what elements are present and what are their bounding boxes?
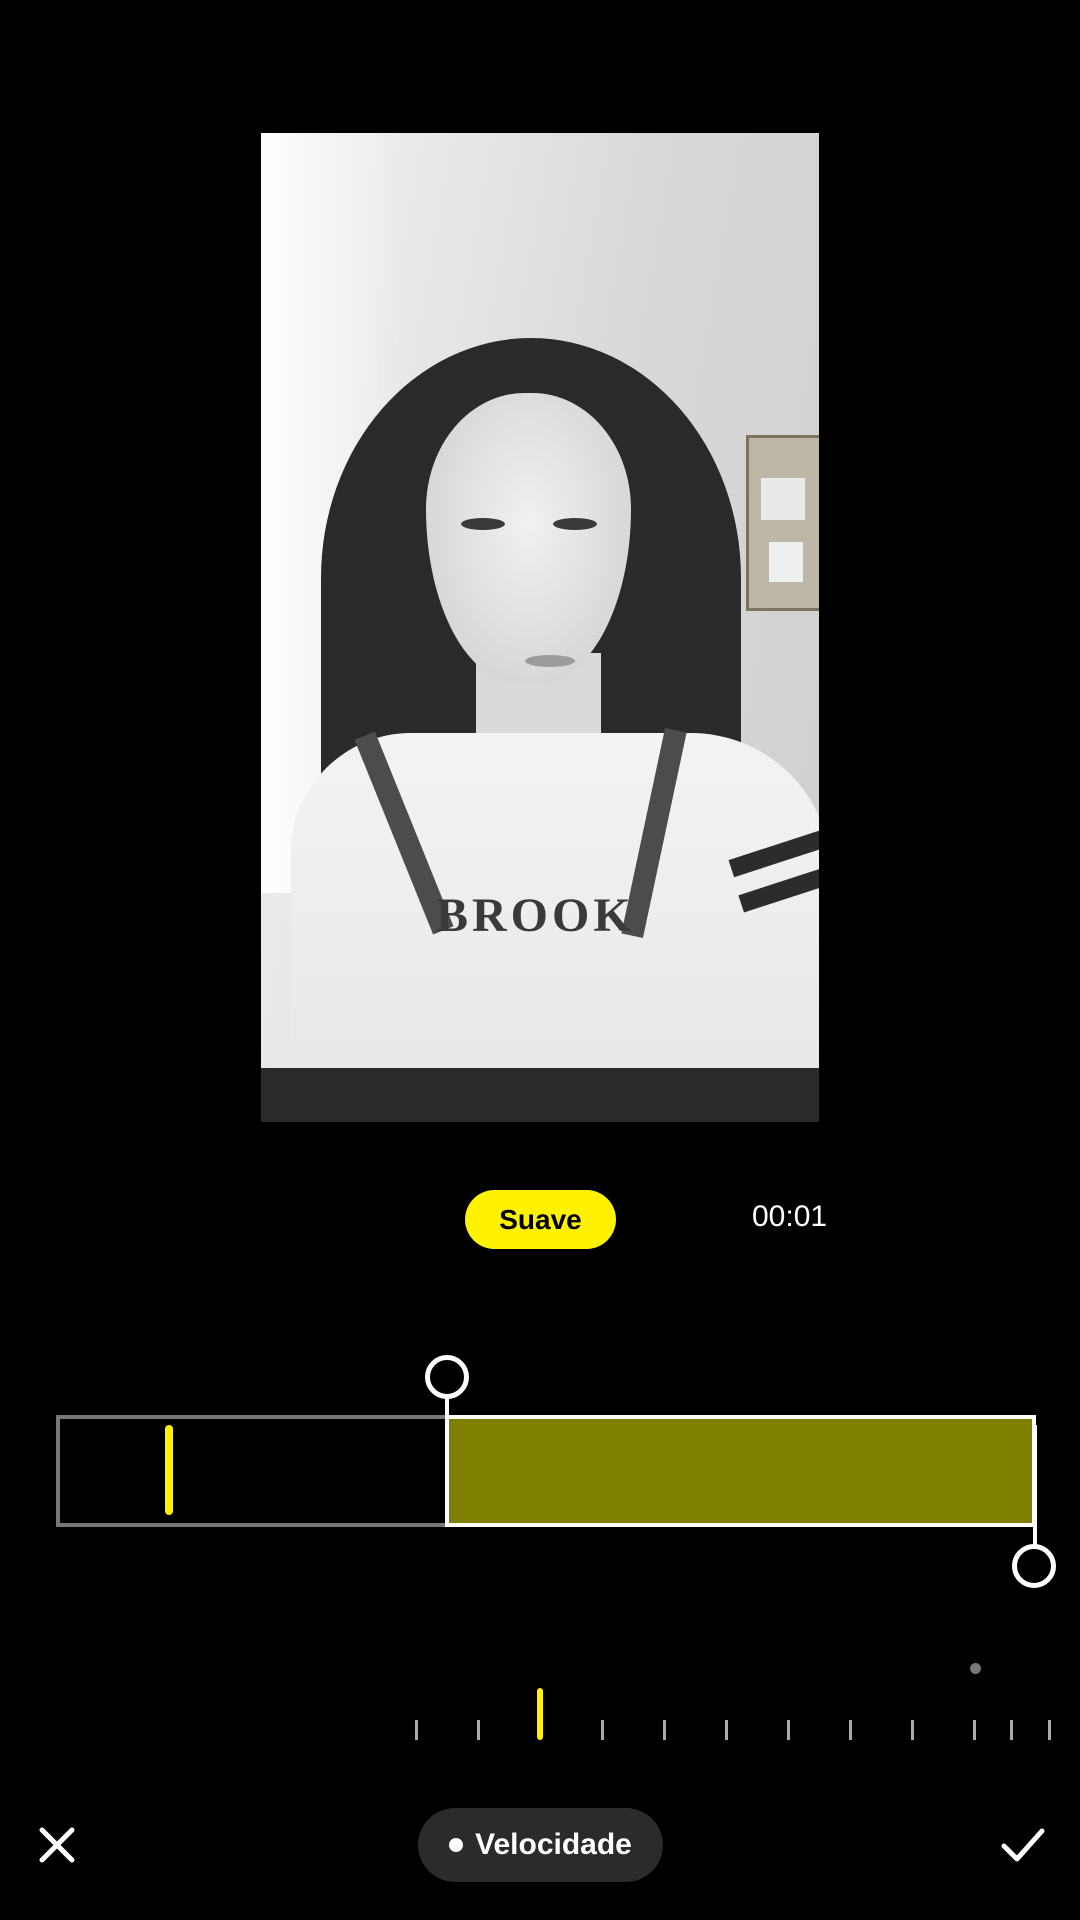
speed-button[interactable]: Velocidade [418,1808,663,1882]
check-icon [1001,1828,1045,1862]
eye [461,518,505,530]
close-button[interactable] [34,1822,80,1868]
eye [553,518,597,530]
ruler-tick [415,1720,418,1740]
board-note [761,478,805,520]
confirm-button[interactable] [998,1822,1048,1868]
ruler-tick [477,1720,480,1740]
speed-segment[interactable] [445,1415,1036,1527]
close-icon [39,1827,75,1863]
ruler-tick [663,1720,666,1740]
playhead[interactable] [165,1425,173,1515]
ruler-tick [1010,1720,1013,1740]
timeline-track [56,1415,449,1527]
ruler-tick [787,1720,790,1740]
ruler-tick [911,1720,914,1740]
dot-icon [449,1838,464,1852]
ruler-tick [849,1720,852,1740]
timeline[interactable] [56,1415,1036,1527]
ruler-tick [973,1720,976,1740]
video-preview: BROOK [261,133,819,1122]
wall-board [746,435,819,611]
speed-ruler[interactable] [405,1660,1055,1740]
end-handle[interactable] [1012,1544,1056,1588]
speed-label: Velocidade [475,1828,632,1861]
start-handle[interactable] [425,1355,469,1399]
desk [261,1068,819,1122]
start-handle-line [445,1392,449,1512]
ruler-tick [1048,1720,1051,1740]
ruler-tick [725,1720,728,1740]
board-note [769,542,803,582]
mouth [525,655,575,667]
mode-button[interactable]: Suave [465,1190,616,1249]
ruler-tick-active[interactable] [537,1688,543,1740]
ruler-tick [601,1720,604,1740]
time-readout: 00:01 [752,1200,828,1233]
end-handle-line [1033,1425,1037,1545]
shirt-print: BROOK [436,889,635,942]
